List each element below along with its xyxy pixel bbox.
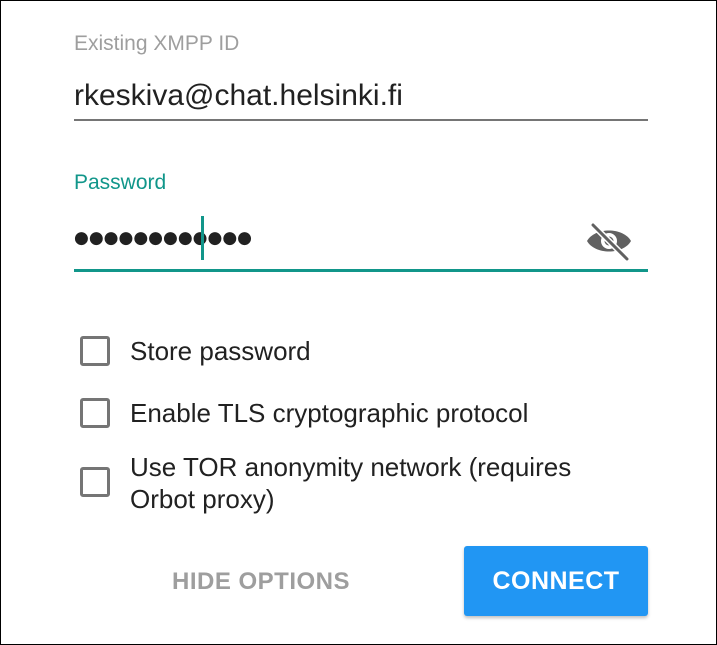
eye-off-icon[interactable] <box>585 221 633 262</box>
xmpp-id-input[interactable]: rkeskiva@chat.helsinki.fi <box>74 78 403 114</box>
use-tor-checkbox[interactable] <box>80 467 110 497</box>
enable-tls-label: Enable TLS cryptographic protocol <box>130 398 529 428</box>
store-password-label: Store password <box>130 336 311 366</box>
enable-tls-checkbox[interactable] <box>80 398 110 428</box>
xmpp-id-underline <box>74 119 648 121</box>
use-tor-label: Use TOR anonymity network (requires Orbo… <box>130 452 572 514</box>
text-cursor <box>201 216 204 260</box>
password-label: Password <box>74 171 167 194</box>
store-password-checkbox[interactable] <box>80 336 110 366</box>
password-input[interactable]: ●●●●●●●●●●●● <box>74 223 252 253</box>
connect-button[interactable]: CONNECT <box>464 546 648 616</box>
xmpp-id-label: Existing XMPP ID <box>74 32 240 55</box>
login-dialog: Existing XMPP ID rkeskiva@chat.helsinki.… <box>0 0 717 645</box>
use-tor-option[interactable]: Use TOR anonymity network (requires Orbo… <box>80 451 630 515</box>
store-password-option[interactable]: Store password <box>80 336 630 367</box>
hide-options-button[interactable]: HIDE OPTIONS <box>151 556 371 608</box>
enable-tls-option[interactable]: Enable TLS cryptographic protocol <box>80 398 630 429</box>
password-underline <box>74 269 648 272</box>
